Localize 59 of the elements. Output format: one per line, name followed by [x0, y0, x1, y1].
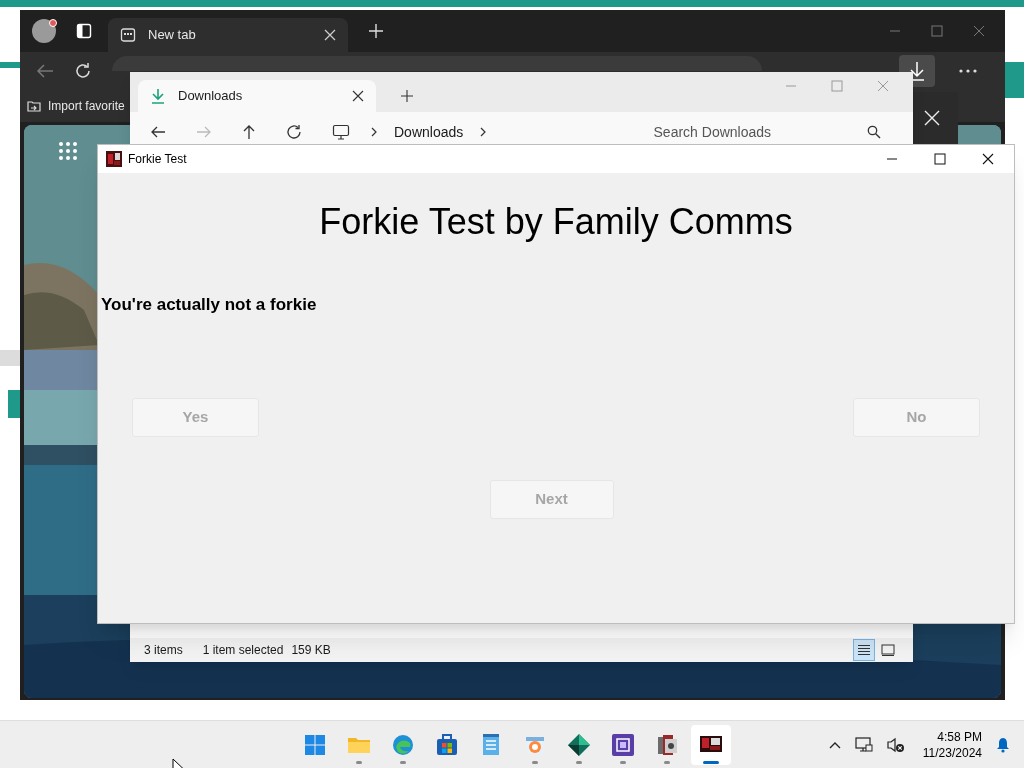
running-indicator [664, 761, 670, 764]
notification-bell-icon[interactable] [996, 737, 1010, 753]
import-icon [26, 98, 42, 114]
running-indicator [703, 761, 719, 764]
result-message: You're actually not a forkie [101, 294, 318, 316]
search-icon [867, 125, 881, 139]
browser-icon [391, 733, 415, 757]
tab-page-icon [120, 27, 136, 43]
diamond-icon [567, 733, 591, 757]
clock-date[interactable]: 11/23/2024 [922, 745, 982, 761]
maximize-icon[interactable] [934, 153, 946, 165]
list-icon [857, 644, 871, 656]
dialog-heading: Forkie Test by Family Comms [318, 201, 794, 243]
banner [0, 62, 20, 68]
tab-title: Downloads [178, 87, 244, 106]
back-icon[interactable] [150, 125, 166, 139]
selection-size: 159 KB [291, 642, 331, 659]
close-icon[interactable] [352, 90, 364, 102]
running-indicator [576, 761, 582, 764]
explorer-tab[interactable]: Downloads [138, 80, 376, 112]
store-icon [435, 733, 459, 757]
apps-grid-icon[interactable] [58, 141, 78, 161]
item-count: 3 items [144, 642, 183, 659]
selection-status: 1 item selected [202, 642, 284, 659]
network-icon[interactable] [854, 736, 873, 754]
close-icon[interactable] [982, 153, 994, 165]
running-indicator [532, 761, 538, 764]
window-title: Forkie Test [128, 151, 187, 168]
clock-time[interactable]: 4:58 PM [937, 729, 982, 745]
up-icon[interactable] [242, 124, 256, 140]
archive-icon [655, 733, 679, 757]
refresh-icon[interactable] [286, 124, 302, 140]
running-indicator [400, 761, 406, 764]
chevron-icon [370, 127, 378, 137]
banner [1005, 62, 1024, 98]
browser-tab[interactable]: New tab [108, 18, 348, 52]
start-icon [303, 733, 327, 757]
profile-avatar[interactable] [32, 19, 56, 43]
muted-speaker-icon[interactable] [886, 737, 905, 753]
chevron-icon [479, 127, 488, 137]
tile-icon [881, 644, 895, 656]
bookmark-item[interactable]: Import favorite [26, 93, 125, 119]
tab-title: New tab [148, 26, 197, 45]
taskbar-button[interactable] [691, 725, 731, 765]
running-indicator [356, 761, 362, 764]
search-field[interactable]: Search Downloads [653, 121, 867, 143]
tab-actions-icon[interactable] [76, 23, 92, 39]
new-tab-icon[interactable] [400, 89, 414, 103]
chip-icon [611, 733, 635, 757]
menu-bar [0, 350, 20, 366]
download-icon [150, 88, 166, 104]
monitor-icon[interactable] [332, 124, 350, 140]
chevron-up-icon[interactable] [828, 741, 841, 749]
details-view-button[interactable] [853, 639, 875, 661]
refresh-icon[interactable] [74, 62, 92, 80]
breadcrumb-item[interactable]: Downloads [390, 121, 468, 143]
running-indicator [620, 761, 626, 764]
more-icon[interactable] [959, 69, 977, 73]
app-icon [106, 151, 122, 167]
